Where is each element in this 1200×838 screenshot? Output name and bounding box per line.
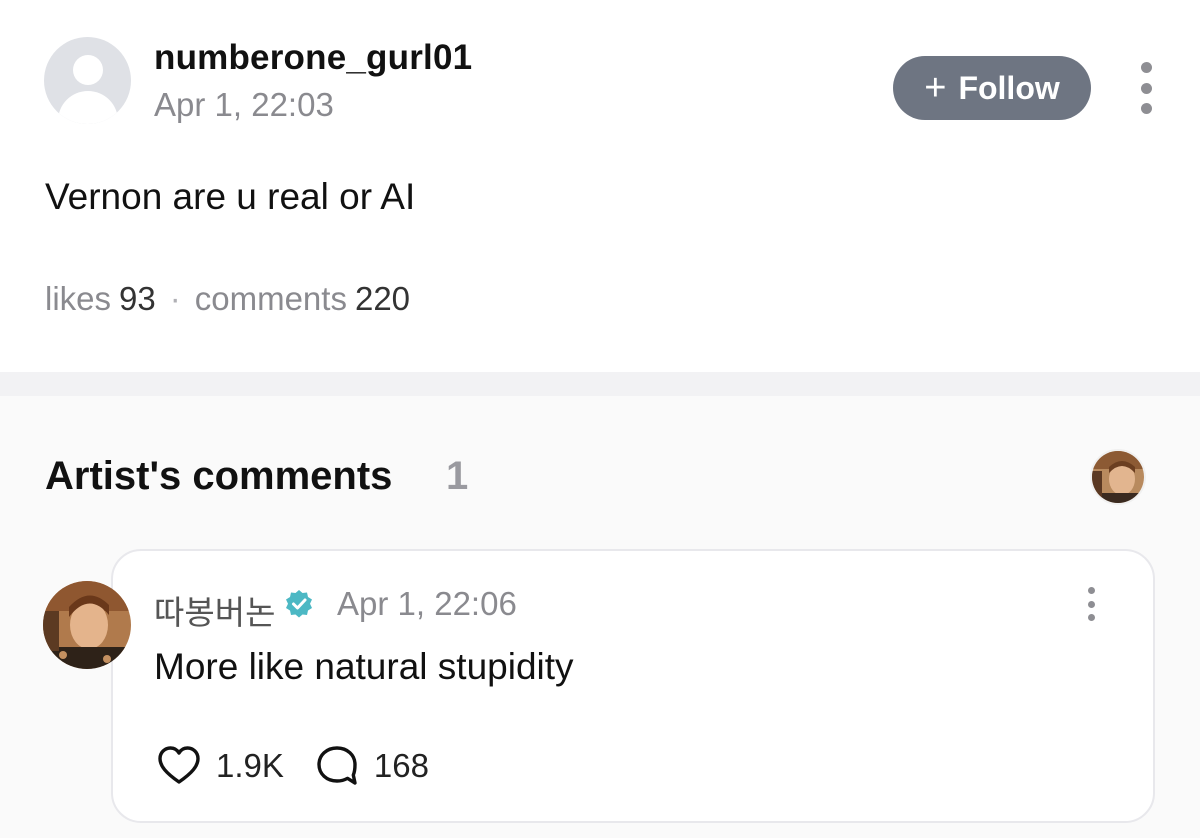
more-options-icon[interactable] <box>1136 62 1156 114</box>
comments-label: comments <box>194 280 347 317</box>
heart-icon[interactable] <box>156 743 202 789</box>
post-username[interactable]: numberone_gurl01 <box>154 38 472 78</box>
default-avatar-icon[interactable] <box>44 37 131 124</box>
more-options-icon[interactable] <box>1082 587 1100 621</box>
likes-label: likes <box>45 280 112 317</box>
section-divider <box>0 372 1200 396</box>
reply-count: 168 <box>373 747 429 784</box>
follow-label: Follow <box>958 69 1060 106</box>
comment-bubble-icon[interactable] <box>314 743 360 789</box>
plus-icon: + <box>924 67 947 109</box>
like-count: 1.9K <box>216 747 284 784</box>
post-stats: likes 93 · comments 220 <box>45 280 410 318</box>
post: numberone_gurl01 Apr 1, 22:03 + Follow V… <box>0 0 1200 372</box>
post-text: Vernon are u real or AI <box>45 176 416 217</box>
artist-avatar[interactable] <box>43 581 131 669</box>
artist-avatar-small[interactable] <box>1090 449 1146 505</box>
comment-author[interactable]: 따봉버논 <box>154 586 275 634</box>
comment-text: More like natural stupidity <box>154 646 574 687</box>
stats-separator: · <box>169 280 181 317</box>
likes-count: 93 <box>119 280 156 317</box>
post-timestamp: Apr 1, 22:03 <box>154 86 334 123</box>
verified-badge-icon <box>286 590 312 618</box>
comment-timestamp: Apr 1, 22:06 <box>337 585 517 622</box>
artist-comments-title: Artist's comments <box>45 454 393 498</box>
follow-button[interactable]: + Follow <box>893 56 1091 120</box>
artist-comments-count: 1 <box>446 454 469 498</box>
comments-count: 220 <box>354 280 411 317</box>
comment-actions: 1.9K 168 <box>156 743 429 789</box>
